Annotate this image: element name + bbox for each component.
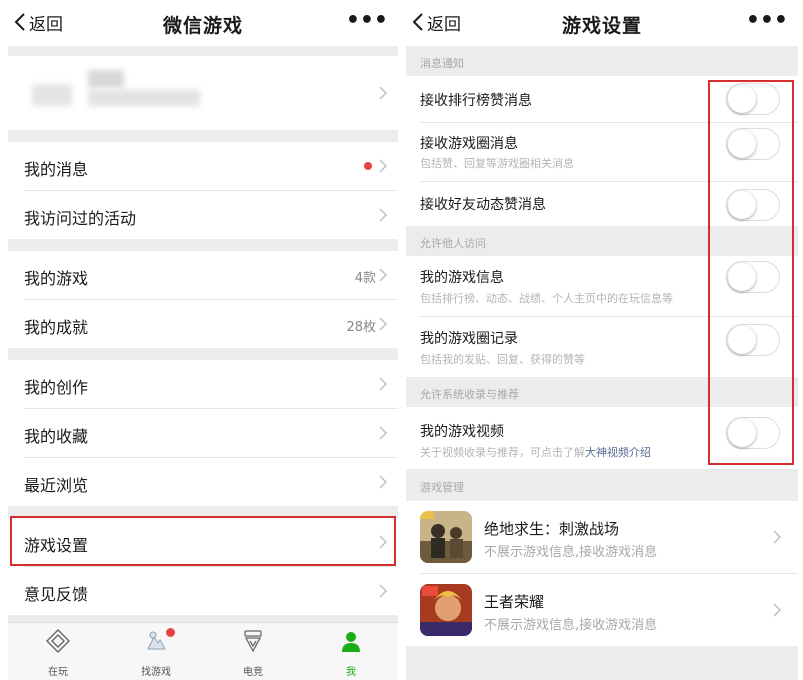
section-title: 允许他人访问 <box>420 237 486 250</box>
menu-item-visited-activities[interactable]: 我访问过的活动 <box>8 191 398 239</box>
chevron-right-icon <box>379 86 388 100</box>
menu-item-my-games[interactable]: 我的游戏 4款 <box>8 251 398 299</box>
chevron-right-icon <box>379 426 388 440</box>
game-settings-screen: 返回 游戏设置 ••• 消息通知 接收排行榜赞消息 接收游戏圈消息 包括赞、回复… <box>406 0 798 680</box>
section-title: 游戏管理 <box>420 481 464 494</box>
section-title: 允许系统收录与推荐 <box>420 388 519 401</box>
section-gap <box>8 46 398 56</box>
menu-item-my-creations[interactable]: 我的创作 <box>8 360 398 408</box>
expert-video-link[interactable]: 大神视频介绍 <box>585 446 651 459</box>
more-options-icon[interactable]: ••• <box>346 8 388 34</box>
menu-item-label: 最近浏览 <box>24 476 89 495</box>
chevron-right-icon <box>379 584 388 598</box>
section-gap <box>8 130 398 142</box>
setting-label: 我的游戏信息 <box>420 270 504 286</box>
section-title: 消息通知 <box>420 57 464 70</box>
bottom-spacer <box>406 646 798 680</box>
setting-description: 关于视频收录与推荐，可点击了解大神视频介绍 <box>420 444 651 460</box>
menu-item-label: 我访问过的活动 <box>24 209 137 228</box>
section-header-notifications: 消息通知 <box>406 46 798 76</box>
section-gap <box>8 615 398 622</box>
menu-item-label: 我的收藏 <box>24 427 89 446</box>
tab-label: 找游戏 <box>141 667 171 678</box>
chevron-right-icon <box>773 530 782 544</box>
tab-find-games[interactable]: 找游戏 <box>111 623 201 680</box>
tab-me[interactable]: 我 <box>306 623 396 680</box>
game-row-pubg[interactable]: 绝地求生：刺激战场 不展示游戏信息,接收游戏消息 <box>406 501 798 573</box>
bottom-tab-bar: 在玩 找游戏 电竞 我 <box>8 622 398 680</box>
more-options-icon[interactable]: ••• <box>746 8 788 34</box>
notification-badge <box>166 628 175 637</box>
setting-label: 我的游戏视频 <box>420 424 504 440</box>
achievements-count: 28枚 <box>346 320 376 335</box>
esports-icon <box>244 630 262 653</box>
profile-card[interactable] <box>8 56 398 130</box>
page-title: 微信游戏 <box>162 15 243 37</box>
wechat-games-screen: 返回 微信游戏 ••• 我的消息 我访问过的活动 我的游戏 4款 我的成就 28… <box>8 0 398 680</box>
tab-label: 在玩 <box>48 667 68 678</box>
menu-item-label: 我的成就 <box>24 318 89 337</box>
setting-description: 包括我的发贴、回复、获得的赞等 <box>420 353 585 366</box>
pubg-game-icon <box>420 511 472 563</box>
setting-description: 包括赞、回复等游戏圈相关消息 <box>420 157 574 170</box>
menu-item-my-messages[interactable]: 我的消息 <box>8 142 398 190</box>
chevron-right-icon <box>379 208 388 222</box>
section-gap <box>8 348 398 360</box>
menu-item-feedback[interactable]: 意见反馈 <box>8 567 398 615</box>
chevron-right-icon <box>773 603 782 617</box>
menu-item-my-achievements[interactable]: 我的成就 28枚 <box>8 300 398 348</box>
game-settings-highlight <box>10 516 396 566</box>
tab-esports[interactable]: 电竞 <box>208 623 298 680</box>
games-count: 4款 <box>354 271 376 286</box>
unread-dot <box>364 162 372 170</box>
chevron-right-icon <box>379 317 388 331</box>
chevron-right-icon <box>379 268 388 282</box>
chevron-right-icon <box>379 377 388 391</box>
navbar: 返回 游戏设置 ••• <box>406 0 798 46</box>
section-gap <box>8 239 398 251</box>
setting-label: 接收好友动态赞消息 <box>420 197 546 213</box>
menu-item-label: 我的创作 <box>24 378 89 397</box>
game-name: 绝地求生：刺激战场 <box>484 520 620 538</box>
tab-label: 我 <box>346 667 356 678</box>
menu-item-label: 意见反馈 <box>24 585 89 604</box>
section-header-game-management: 游戏管理 <box>406 469 798 501</box>
toggles-highlight <box>708 80 794 465</box>
game-name: 王者荣耀 <box>484 593 545 611</box>
avatar <box>32 84 72 106</box>
game-row-honor-of-kings[interactable]: 王者荣耀 不展示游戏信息,接收游戏消息 <box>406 574 798 646</box>
chevron-right-icon <box>379 159 388 173</box>
menu-item-label: 我的消息 <box>24 160 89 179</box>
setting-description-text: 关于视频收录与推荐，可点击了解 <box>420 446 585 459</box>
game-description: 不展示游戏信息,接收游戏消息 <box>484 618 658 633</box>
menu-item-label: 我的游戏 <box>24 269 89 288</box>
setting-label: 接收游戏圈消息 <box>420 136 518 152</box>
page-title: 游戏设置 <box>561 15 642 37</box>
tab-label: 电竞 <box>243 667 263 678</box>
tab-playing[interactable]: 在玩 <box>13 623 103 680</box>
profile-id-blurred <box>88 90 200 106</box>
chevron-right-icon <box>379 475 388 489</box>
menu-item-recently-viewed[interactable]: 最近浏览 <box>8 458 398 506</box>
honor-of-kings-game-icon <box>420 584 472 636</box>
setting-description: 包括排行榜、动态、战绩、个人主页中的在玩信息等 <box>420 292 673 305</box>
navbar: 返回 微信游戏 ••• <box>8 0 398 46</box>
me-icon <box>342 632 360 652</box>
find-game-icon <box>147 631 166 650</box>
setting-label: 接收排行榜赞消息 <box>420 93 532 109</box>
menu-item-my-favorites[interactable]: 我的收藏 <box>8 409 398 457</box>
setting-label: 我的游戏圈记录 <box>420 331 518 347</box>
profile-name-blurred <box>88 70 124 88</box>
play-icon <box>46 629 70 653</box>
game-description: 不展示游戏信息,接收游戏消息 <box>484 545 658 560</box>
